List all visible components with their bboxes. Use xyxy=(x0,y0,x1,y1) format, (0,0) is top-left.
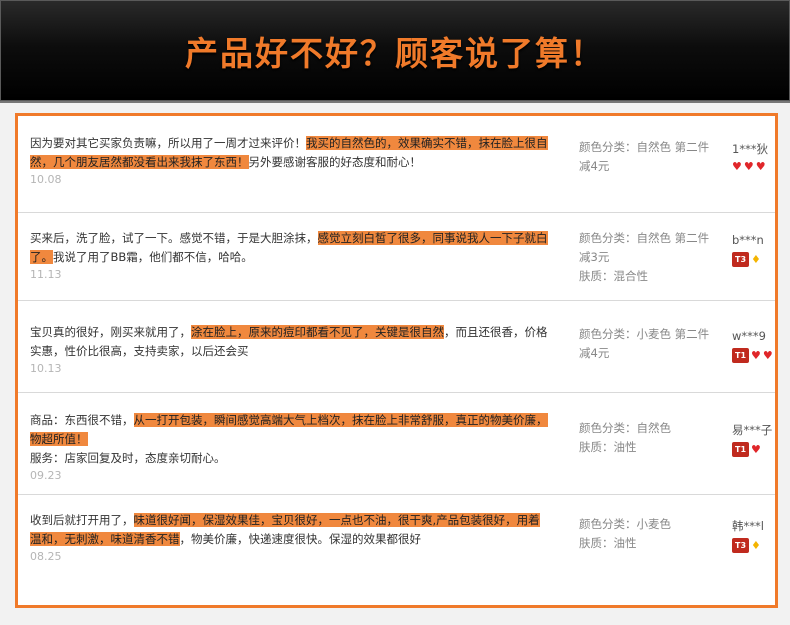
comment-text: 因为要对其它买家负责嘛，所以用了一周才过来评价！ xyxy=(30,136,306,150)
sku-info: 颜色分类：自然色 第二件减3元肤质：混合性 xyxy=(579,229,717,286)
sku-line: 颜色分类：小麦色 xyxy=(579,517,671,531)
sku-info: 颜色分类：小麦色 肤质：油性 xyxy=(579,515,717,553)
review-row: 买来后，洗了脸，试了一下。感觉不错，于是大胆涂抹，感觉立刻白皙了很多，同事说我人… xyxy=(18,213,775,301)
comment-text: 另外要感谢客服的好态度和耐心！ xyxy=(248,155,422,169)
header-banner: 产品好不好？顾客说了算！ xyxy=(0,0,790,101)
sku-info: 颜色分类：自然色 肤质：油性 xyxy=(579,419,717,457)
sku-line: 颜色分类：小麦色 第二件减4元 xyxy=(579,327,710,360)
reviewer-name: w***9 xyxy=(732,329,766,343)
crown-icon: ♦ xyxy=(751,539,761,552)
sku-info: 颜色分类：小麦色 第二件减4元 xyxy=(579,325,717,363)
review-date: 11.13 xyxy=(30,268,62,281)
sku-line: 颜色分类：自然色 第二件减3元 xyxy=(579,231,710,264)
review-comment: 收到后就打开用了，味道很好闻，保湿效果佳，宝贝很好，一点也不油，很干爽,产品包装… xyxy=(30,511,550,565)
reviewer-name: b***n xyxy=(732,233,764,247)
review-list: 因为要对其它买家负责嘛，所以用了一周才过来评价！我买的自然色的，效果确实不错，抹… xyxy=(15,113,778,608)
sku-line: 肤质：油性 xyxy=(579,536,637,550)
review-comment: 买来后，洗了脸，试了一下。感觉不错，于是大胆涂抹，感觉立刻白皙了很多，同事说我人… xyxy=(30,229,550,283)
level-badge: T1 xyxy=(732,348,749,363)
review-date: 08.25 xyxy=(30,550,62,563)
review-comment: 宝贝真的很好，刚买来就用了，涂在脸上，原来的痘印都看不见了，关键是很自然，而且还… xyxy=(30,323,550,377)
reviewer-badges: T3 ♦ xyxy=(732,252,775,267)
reviewer: w***9 T1 ♥ ♥ xyxy=(732,327,775,363)
highlighted-text: 涂在脸上，原来的痘印都看不见了，关键是很自然 xyxy=(191,325,444,339)
comment-text: 我说了用了BB霜，他们都不信，哈哈。 xyxy=(53,250,253,264)
level-badge: T3 xyxy=(732,538,749,553)
comment-text: ，物美价廉，快递速度很快。保湿的效果都很好 xyxy=(179,532,422,546)
level-badge: T1 xyxy=(732,442,749,457)
review-row: 因为要对其它买家负责嘛，所以用了一周才过来评价！我买的自然色的，效果确实不错，抹… xyxy=(18,116,775,213)
sku-line: 肤质：混合性 xyxy=(579,269,648,283)
reviewer-badges: ♥ ♥ ♥ xyxy=(732,160,775,173)
reviewer: 1***狄 ♥ ♥ ♥ xyxy=(732,140,775,173)
reviewer-name: 韩***l xyxy=(732,519,764,533)
reviewer: 韩***l T3 ♦ xyxy=(732,517,775,553)
reviewer: 易***子 T1 ♥ xyxy=(732,421,775,457)
banner-title: 产品好不好？顾客说了算！ xyxy=(185,33,605,73)
comment-text: 宝贝真的很好，刚买来就用了， xyxy=(30,325,191,339)
review-date: 09.23 xyxy=(30,469,62,482)
heart-icon: ♥ xyxy=(751,349,761,362)
heart-icon: ♥ xyxy=(762,349,773,362)
review-date: 10.08 xyxy=(30,173,62,186)
review-comment: 商品：东西很不错，从一打开包装，瞬间感觉高端大气上档次，抹在脸上非常舒服，真正的… xyxy=(30,411,550,484)
heart-icon: ♥ xyxy=(755,160,766,173)
sku-line: 颜色分类：自然色 第二件减4元 xyxy=(579,140,710,173)
comment-text: 商品：东西很不错， xyxy=(30,413,134,427)
review-row: 商品：东西很不错，从一打开包装，瞬间感觉高端大气上档次，抹在脸上非常舒服，真正的… xyxy=(18,393,775,495)
comment-text: 买来后，洗了脸，试了一下。感觉不错，于是大胆涂抹， xyxy=(30,231,318,245)
review-date: 10.13 xyxy=(30,362,62,375)
level-badge: T3 xyxy=(732,252,749,267)
review-row: 收到后就打开用了，味道很好闻，保湿效果佳，宝贝很好，一点也不油，很干爽,产品包装… xyxy=(18,495,775,605)
comment-text: 服务：店家回复及时，态度亲切耐心。 xyxy=(30,451,226,465)
reviewer-badges: T1 ♥ xyxy=(732,442,775,457)
reviewer-name: 1***狄 xyxy=(732,142,769,156)
reviewer-badges: T1 ♥ ♥ xyxy=(732,348,775,363)
review-row: 宝贝真的很好，刚买来就用了，涂在脸上，原来的痘印都看不见了，关键是很自然，而且还… xyxy=(18,301,775,393)
heart-icon: ♥ xyxy=(743,160,754,173)
reviewer-name: 易***子 xyxy=(732,423,773,437)
sku-line: 肤质：油性 xyxy=(579,440,637,454)
sku-info: 颜色分类：自然色 第二件减4元 xyxy=(579,138,717,176)
reviewer-badges: T3 ♦ xyxy=(732,538,775,553)
sku-line: 颜色分类：自然色 xyxy=(579,421,671,435)
heart-icon: ♥ xyxy=(732,160,742,173)
comment-text: 收到后就打开用了， xyxy=(30,513,134,527)
heart-icon: ♥ xyxy=(751,443,761,456)
reviewer: b***n T3 ♦ xyxy=(732,231,775,267)
banner-divider xyxy=(0,101,790,103)
crown-icon: ♦ xyxy=(751,253,761,266)
review-comment: 因为要对其它买家负责嘛，所以用了一周才过来评价！我买的自然色的，效果确实不错，抹… xyxy=(30,134,550,188)
